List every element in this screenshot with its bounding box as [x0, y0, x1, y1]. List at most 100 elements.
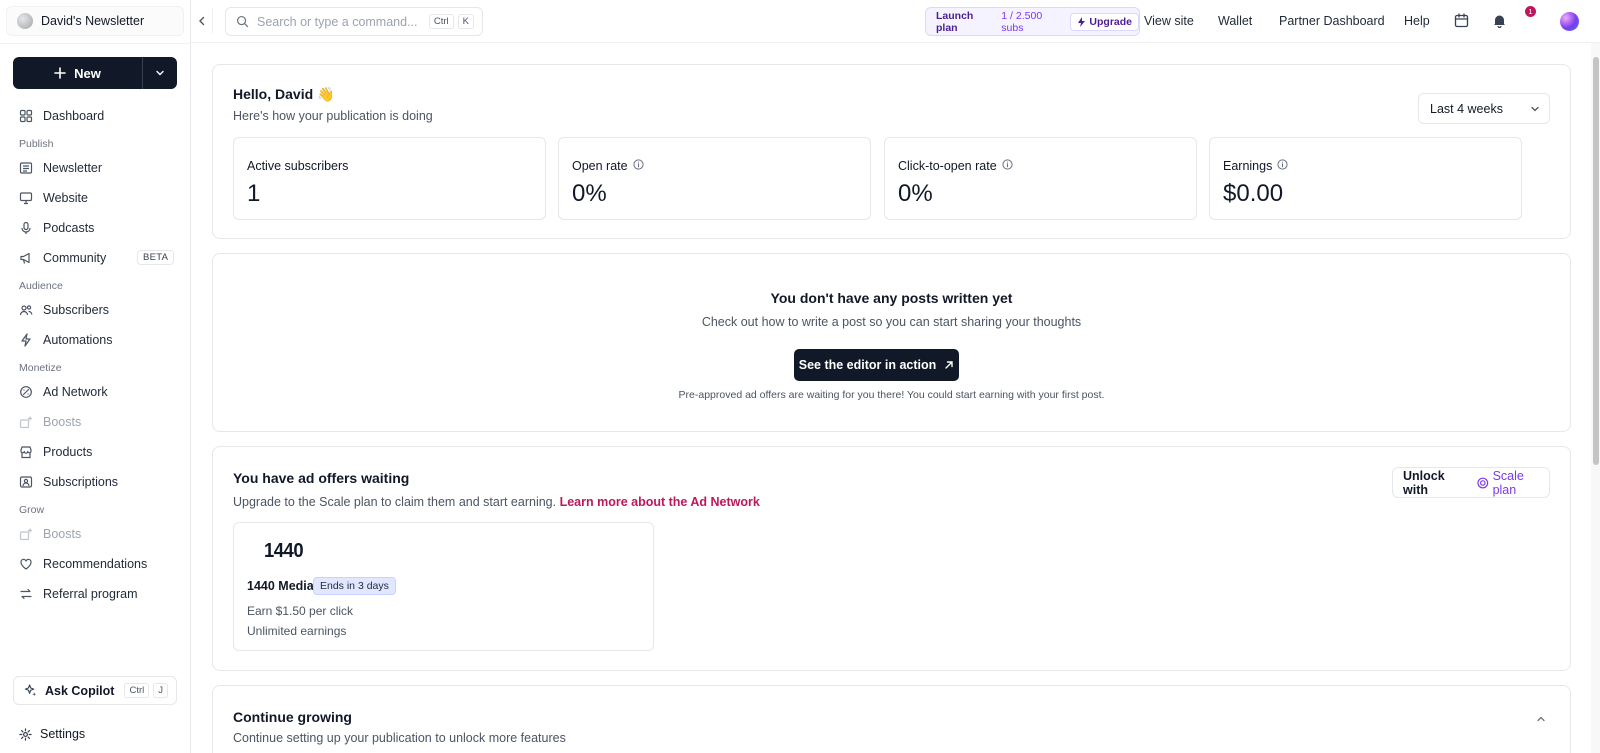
copilot-shortcut-j: J	[153, 683, 168, 698]
store-icon	[19, 445, 33, 459]
plan-subs: 1 / 2.500 subs	[1001, 9, 1043, 34]
sidebar-item-label: Subscriptions	[43, 475, 119, 489]
notification-badge: 1	[1525, 6, 1536, 17]
new-button-group: New	[13, 57, 177, 89]
unlock-prefix: Unlock with	[1403, 468, 1445, 497]
stat-card-earnings: Earnings $0.00	[1209, 137, 1522, 220]
sidebar-item-automations[interactable]: Automations	[0, 325, 191, 355]
wallet-link[interactable]: Wallet	[1218, 14, 1252, 28]
new-button[interactable]: New	[13, 57, 143, 89]
dashboard-main: Hello, David 👋 Here's how your publicati…	[191, 43, 1591, 753]
sidebar-item-label: Automations	[43, 333, 113, 347]
sidebar-item-label: Referral program	[43, 587, 138, 601]
ad-offers-card: You have ad offers waiting Upgrade to th…	[212, 446, 1571, 671]
newsletter-icon	[19, 161, 33, 175]
partner-dashboard-link[interactable]: Partner Dashboard	[1279, 14, 1385, 28]
sidebar-item-boosts[interactable]: Boosts	[0, 519, 191, 549]
publication-switcher[interactable]: David's Newsletter	[6, 6, 184, 36]
date-range-select[interactable]: Last 4 weeks	[1418, 93, 1550, 124]
settings-label: Settings	[40, 727, 86, 741]
boost-icon	[19, 415, 33, 429]
sidebar-item-subscriptions[interactable]: Subscriptions	[0, 467, 191, 497]
help-link[interactable]: Help	[1404, 14, 1430, 28]
ad-network-link[interactable]: Learn more about the Ad Network	[560, 495, 760, 509]
scrollbar-thumb[interactable]	[1593, 57, 1599, 465]
unlock-scale-button[interactable]: Unlock with Scale plan	[1392, 467, 1550, 498]
sidebar-item-label: Newsletter	[43, 161, 103, 175]
settings-link[interactable]: Settings	[19, 727, 85, 741]
sidebar-item-ad-network[interactable]: Ad Network	[0, 377, 191, 407]
continue-growing-card: Continue growing Continue setting up you…	[212, 685, 1571, 753]
recommendations-icon	[19, 557, 33, 571]
sidebar-item-label: Dashboard	[43, 109, 105, 123]
ad-offers-subtitle: Upgrade to the Scale plan to claim them …	[233, 495, 760, 509]
stat-label-text: Earnings	[1223, 159, 1273, 173]
users-icon	[19, 303, 33, 317]
arrow-up-right-icon	[945, 361, 953, 369]
sidebar-item-community[interactable]: Community BETA	[0, 243, 191, 273]
sidebar-item-newsletter[interactable]: Newsletter	[0, 153, 191, 183]
offer-rate: Earn $1.50 per click	[247, 604, 354, 618]
sidebar-item-dashboard[interactable]: Dashboard	[0, 101, 191, 131]
sidebar-item-products[interactable]: Products	[0, 437, 191, 467]
publication-name: David's Newsletter	[41, 14, 145, 28]
bell-icon[interactable]	[1492, 13, 1507, 28]
info-icon[interactable]	[1277, 159, 1288, 173]
new-button-label: New	[74, 65, 101, 81]
sidebar-item-website[interactable]: Website	[0, 183, 191, 213]
info-icon[interactable]	[633, 159, 644, 173]
chevron-up-icon[interactable]	[1536, 714, 1546, 724]
sidebar: David's Newsletter New Dashboard Publish N…	[0, 0, 191, 753]
stat-value: $0.00	[1223, 180, 1284, 207]
search-icon	[236, 15, 249, 28]
sidebar-item-recommendations[interactable]: Recommendations	[0, 549, 191, 579]
see-editor-button[interactable]: See the editor in action	[794, 349, 959, 381]
ad-network-icon	[19, 385, 33, 399]
plus-icon	[54, 67, 66, 79]
offer-logo: 1440	[264, 540, 304, 562]
nav-section-monetize: Monetize	[19, 362, 62, 374]
plan-banner: Launch plan 1 / 2.500 subs Upgrade	[925, 7, 1140, 36]
sparkle-icon	[24, 684, 37, 697]
sidebar-item-label: Community	[43, 251, 107, 265]
upgrade-button[interactable]: Upgrade	[1070, 12, 1139, 31]
nav-section-grow: Grow	[19, 504, 45, 516]
offer-name: 1440 Media	[247, 579, 314, 593]
ad-offer-card[interactable]: 1440 1440 Media Ends in 3 days Earn $1.5…	[233, 522, 654, 651]
sidebar-item-label: Ad Network	[43, 385, 108, 399]
see-editor-label: See the editor in action	[798, 358, 937, 372]
subscriptions-icon	[19, 475, 33, 489]
sidebar-item-label: Products	[43, 445, 93, 459]
monitor-icon	[19, 191, 33, 205]
stat-label: Earnings	[1223, 159, 1288, 173]
stat-label: Active subscribers	[247, 159, 348, 173]
empty-posts-card: You don't have any posts written yet Che…	[212, 253, 1571, 432]
offer-limit: Unlimited earnings	[247, 624, 347, 638]
gear-icon	[19, 727, 32, 741]
user-avatar[interactable]	[1560, 12, 1579, 31]
dashboard-icon	[19, 109, 33, 123]
empty-posts-note: Pre-approved ad offers are waiting for y…	[678, 389, 1105, 401]
chevron-left-icon	[198, 16, 204, 26]
stat-value: 1	[247, 180, 261, 207]
sidebar-item-podcasts[interactable]: Podcasts	[0, 213, 191, 243]
referral-icon	[19, 587, 33, 601]
search-input[interactable]: Search or type a command... Ctrl K	[225, 7, 483, 36]
stat-label: Open rate	[572, 159, 644, 173]
new-dropdown-button[interactable]	[143, 57, 177, 89]
sidebar-item-label: Website	[43, 191, 88, 205]
info-icon[interactable]	[1002, 159, 1013, 173]
sidebar-item-referral-program[interactable]: Referral program	[0, 579, 191, 609]
sidebar-nav: Dashboard Publish Newsletter Website Podcast…	[0, 101, 191, 609]
microphone-icon	[19, 221, 33, 235]
view-site-link[interactable]: View site	[1144, 14, 1194, 28]
ask-copilot-button[interactable]: Ask Copilot Ctrl J	[13, 676, 177, 705]
sidebar-item-label: Recommendations	[43, 557, 148, 571]
topbar: Search or type a command... Ctrl K Launc…	[191, 0, 1600, 43]
sidebar-item-label: Boosts	[43, 415, 82, 429]
lightning-icon	[19, 333, 33, 347]
sidebar-item-subscribers[interactable]: Subscribers	[0, 295, 191, 325]
sidebar-item-boosts[interactable]: Boosts	[0, 407, 191, 437]
collapse-sidebar-button[interactable]	[191, 8, 213, 34]
calendar-icon[interactable]	[1454, 13, 1469, 28]
